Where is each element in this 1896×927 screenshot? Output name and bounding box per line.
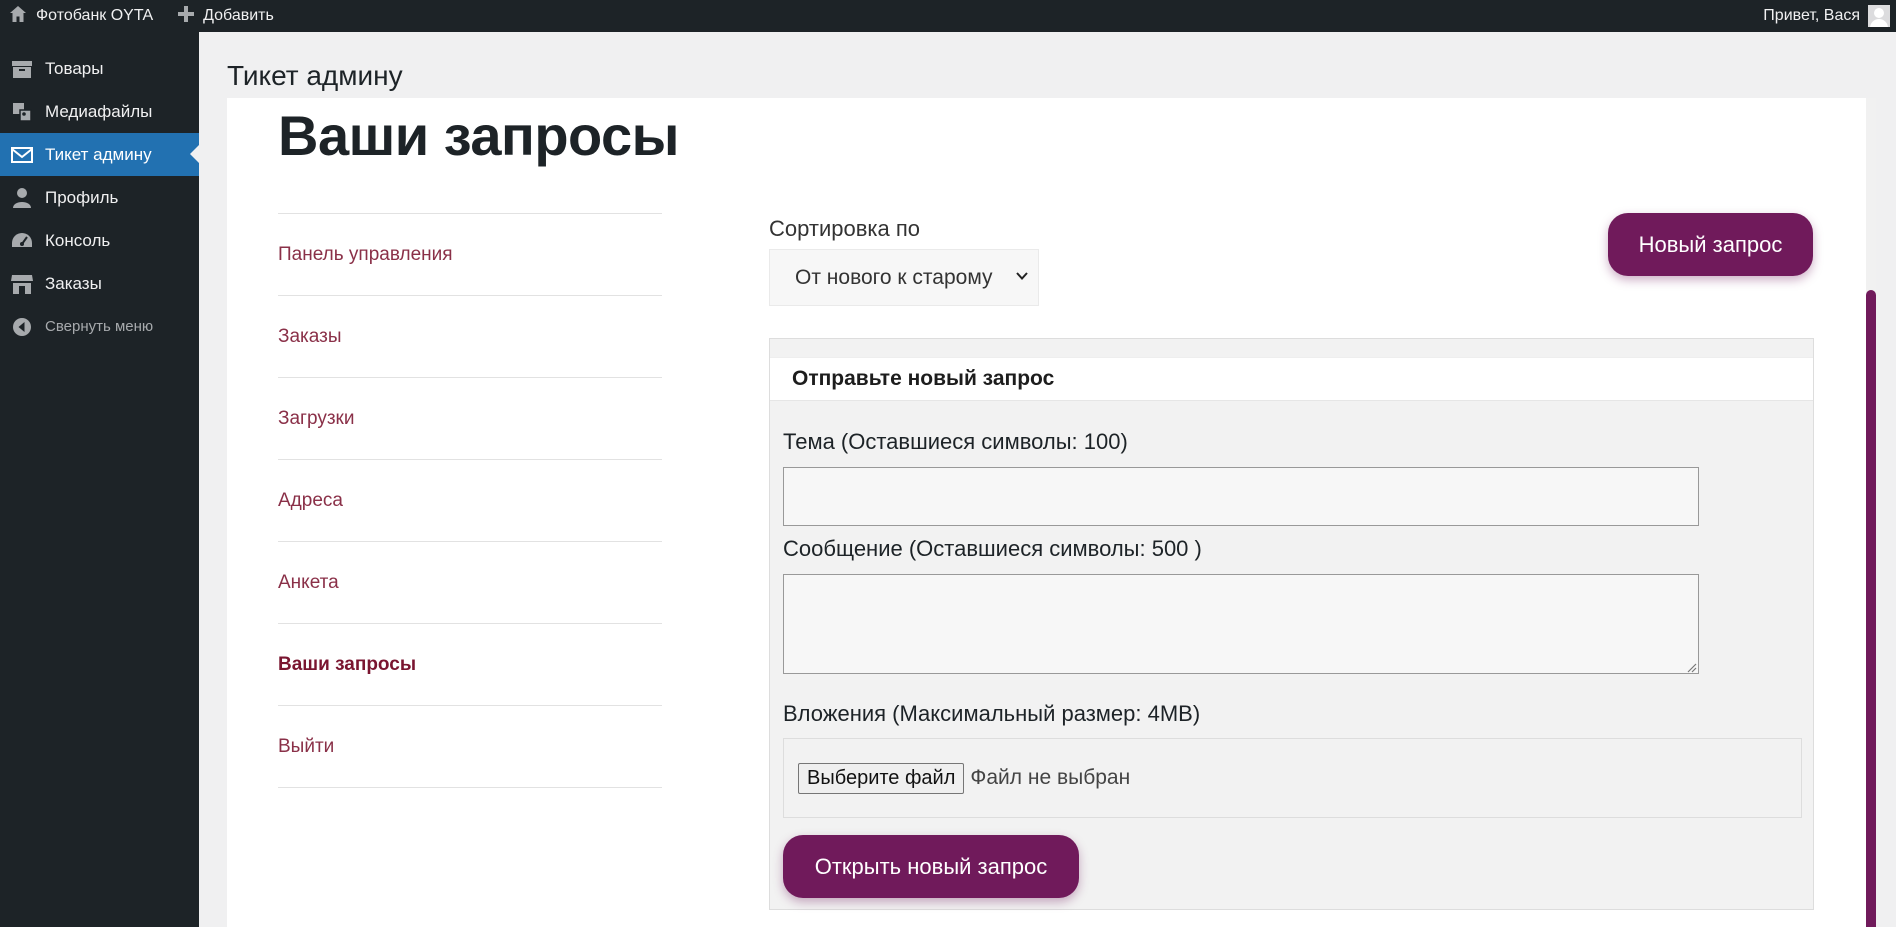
account-nav-your-requests[interactable]: Ваши запросы — [278, 624, 662, 706]
admin-menu-item-products[interactable]: Товары — [0, 47, 199, 90]
file-status: Файл не выбран — [970, 766, 1131, 789]
site-name: Фотобанк OYTA — [36, 7, 154, 24]
admin-menu-label: Медиафайлы — [45, 101, 153, 121]
admin-menu-item-media[interactable]: Медиафайлы — [0, 90, 199, 133]
form-heading: Отправьте новый запрос — [770, 357, 1813, 401]
sort-label: Сортировка по — [769, 216, 921, 241]
collapse-menu-button[interactable]: Свернуть меню — [0, 305, 199, 348]
admin-menu-item-ticket[interactable]: Тикет админу — [0, 133, 199, 176]
dashboard-icon — [10, 229, 34, 253]
admin-menu-label: Консоль — [45, 230, 111, 250]
new-request-form: Отправьте новый запрос Тема (Оставшиеся … — [769, 338, 1814, 910]
home-icon — [8, 4, 28, 29]
admin-menu-label: Профиль — [45, 187, 119, 207]
admin-menu-item-profile[interactable]: Профиль — [0, 176, 199, 219]
account-nav-downloads[interactable]: Загрузки — [278, 378, 662, 460]
admin-menu-item-orders[interactable]: Заказы — [0, 262, 199, 305]
content-panel: Ваши запросы Панель управления Заказы За… — [227, 98, 1875, 927]
admin-menu-label: Тикет админу — [45, 144, 152, 164]
account-menu[interactable]: Привет, Вася — [1763, 0, 1890, 32]
message-label: Сообщение (Оставшиеся символы: 500 ) — [783, 536, 1202, 561]
sort-selected-value: От нового к старому — [795, 265, 993, 289]
collapse-icon — [10, 315, 34, 339]
subject-input[interactable] — [783, 467, 1699, 526]
add-new-link[interactable]: Добавить — [177, 5, 274, 28]
account-navigation: Панель управления Заказы Загрузки Адреса… — [278, 213, 662, 788]
site-name-link[interactable]: Фотобанк OYTA — [8, 4, 153, 29]
attachments-label: Вложения (Максимальный размер: 4MB) — [783, 701, 1201, 726]
greeting: Привет, Вася — [1763, 7, 1860, 24]
admin-bar: Фотобанк OYTA Добавить Привет, Вася — [0, 0, 1896, 32]
new-request-button[interactable]: Новый запрос — [1608, 213, 1813, 276]
page-title: Ваши запросы — [278, 104, 679, 167]
chevron-down-icon — [1012, 266, 1032, 286]
page-heading: Тикет админу — [227, 60, 403, 91]
envelope-icon — [10, 143, 34, 167]
attachments-area: Выберите файл Файл не выбран — [783, 738, 1802, 818]
account-nav-dashboard[interactable]: Панель управления — [278, 214, 662, 296]
resize-handle-icon[interactable] — [1685, 660, 1697, 673]
store-icon — [10, 272, 34, 296]
scrollbar-thumb[interactable] — [1866, 290, 1876, 927]
account-nav-addresses[interactable]: Адреса — [278, 460, 662, 542]
add-new-label: Добавить — [203, 7, 274, 24]
admin-menu-item-dashboard[interactable]: Консоль — [0, 219, 199, 262]
choose-file-button[interactable]: Выберите файл — [798, 762, 965, 794]
account-nav-survey[interactable]: Анкета — [278, 542, 662, 624]
sort-select[interactable]: От нового к старому — [769, 249, 1039, 306]
admin-menu-label: Заказы — [45, 273, 102, 293]
user-icon — [10, 186, 34, 210]
admin-menu-label: Товары — [45, 58, 104, 78]
avatar — [1868, 5, 1890, 27]
plus-icon — [177, 5, 195, 28]
message-textarea[interactable] — [783, 574, 1699, 674]
account-nav-logout[interactable]: Выйти — [278, 706, 662, 788]
admin-sidebar: Товары Медиафайлы Тикет админу Профиль К… — [0, 32, 199, 927]
collapse-menu-label: Свернуть меню — [45, 318, 154, 335]
media-icon — [10, 100, 34, 124]
account-nav-orders[interactable]: Заказы — [278, 296, 662, 378]
archive-icon — [10, 57, 34, 81]
subject-label: Тема (Оставшиеся символы: 100) — [783, 429, 1128, 454]
open-new-request-button[interactable]: Открыть новый запрос — [783, 835, 1079, 898]
